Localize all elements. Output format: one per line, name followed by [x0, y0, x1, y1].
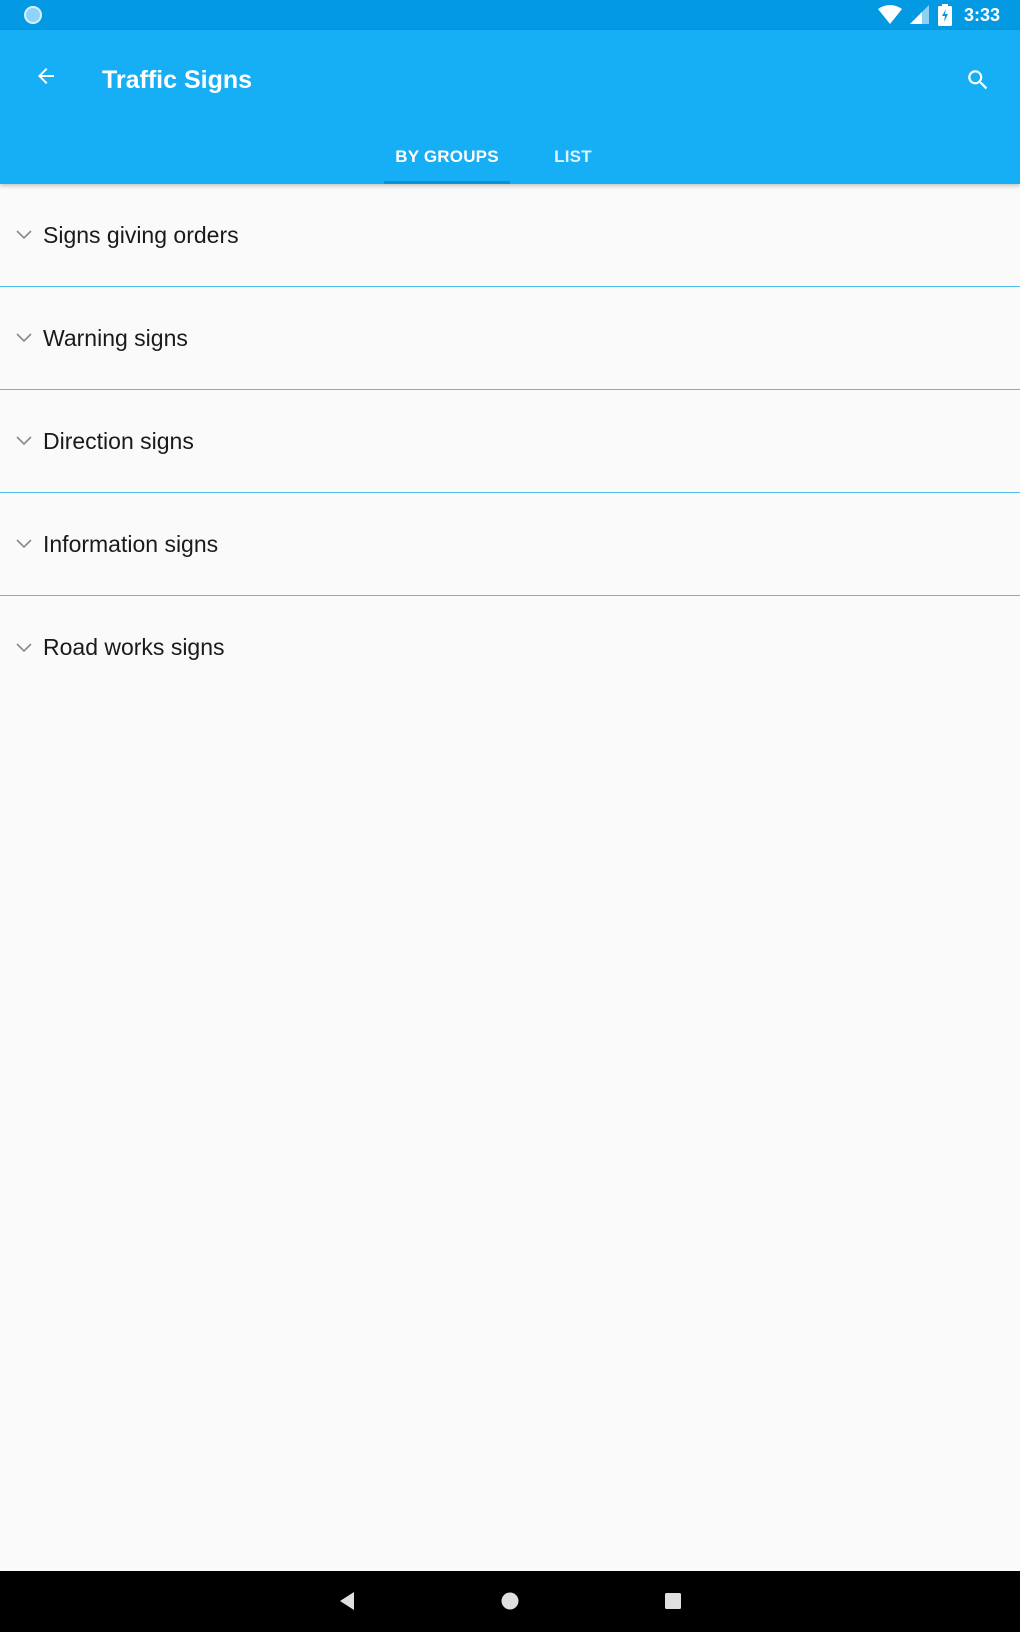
status-time: 3:33: [963, 4, 1000, 25]
group-list: Signs giving orders Warning signs Direct…: [0, 184, 1020, 699]
chevron-down-icon: [16, 640, 32, 656]
status-left: [24, 6, 42, 24]
nav-home-icon: [501, 1592, 519, 1610]
tab-list-label: LIST: [554, 147, 592, 166]
tab-by-groups-label: BY GROUPS: [395, 147, 499, 166]
group-item-signs-giving-orders[interactable]: Signs giving orders: [0, 184, 1020, 287]
back-button[interactable]: [30, 60, 62, 92]
status-right: 3:33: [877, 4, 1000, 26]
group-item-direction-signs[interactable]: Direction signs: [0, 390, 1020, 493]
group-item-information-signs[interactable]: Information signs: [0, 493, 1020, 596]
status-bar: 3:33: [0, 0, 1020, 30]
nav-back-button[interactable]: [331, 1585, 363, 1617]
cellular-signal-icon: [909, 5, 929, 24]
search-icon: [968, 70, 988, 90]
nav-home-button[interactable]: [494, 1585, 526, 1617]
nav-recents-button[interactable]: [657, 1585, 689, 1617]
app-bar: Traffic Signs BY GROUPS LIST: [0, 30, 1020, 184]
group-label: Warning signs: [43, 324, 188, 351]
chevron-down-icon: [16, 227, 32, 243]
chevron-down-icon: [16, 433, 32, 449]
group-label: Direction signs: [43, 427, 194, 454]
search-button[interactable]: [962, 64, 994, 96]
battery-charging-icon: [937, 4, 952, 26]
tab-by-groups[interactable]: BY GROUPS: [384, 130, 510, 184]
arrow-back-icon: [38, 68, 54, 84]
tab-list[interactable]: LIST: [510, 130, 636, 184]
nav-recents-icon: [665, 1593, 681, 1609]
group-item-warning-signs[interactable]: Warning signs: [0, 287, 1020, 390]
page-title: Traffic Signs: [102, 66, 253, 94]
chevron-down-icon: [16, 330, 32, 346]
notification-dot-icon: [24, 6, 42, 24]
nav-back-icon: [340, 1592, 354, 1610]
group-item-road-works-signs[interactable]: Road works signs: [0, 596, 1020, 699]
navigation-bar: [0, 1571, 1020, 1632]
group-label: Information signs: [43, 530, 219, 557]
chevron-down-icon: [16, 536, 32, 552]
wifi-icon: [877, 5, 902, 24]
group-label: Signs giving orders: [43, 221, 239, 248]
tab-bar: BY GROUPS LIST: [384, 130, 636, 184]
group-label: Road works signs: [43, 634, 225, 660]
